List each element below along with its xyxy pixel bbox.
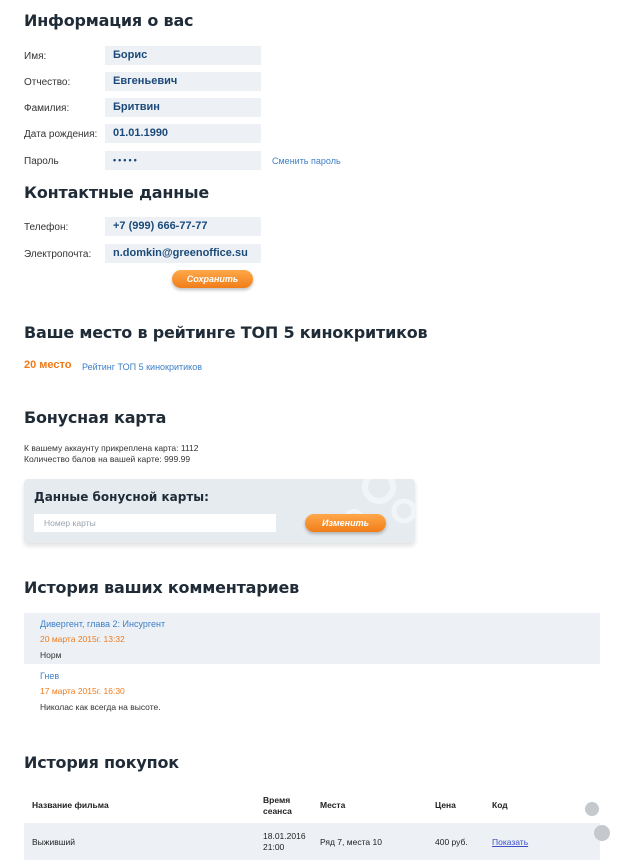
decorative-circles-icon xyxy=(344,479,415,529)
purchases-header-row: Название фильма Время сеанса Места Цена … xyxy=(24,792,600,822)
table-row: Выживший 18.01.2016 21:00 Ряд 7, места 1… xyxy=(24,823,600,860)
bonus-title: Бонусная карта xyxy=(24,408,167,427)
contacts-title: Контактные данные xyxy=(24,183,210,202)
change-card-button[interactable]: Изменить xyxy=(305,514,386,532)
patronymic-field[interactable]: Евгеньевич xyxy=(105,72,261,91)
change-password-link[interactable]: Сменить пароль xyxy=(272,156,341,166)
row-seats: Ряд 7, места 10 xyxy=(320,837,382,847)
phone-label: Телефон: xyxy=(24,222,69,233)
row-time: 21:00 xyxy=(263,842,285,852)
comment-film-link[interactable]: Гнев xyxy=(40,671,59,681)
rating-title: Ваше место в рейтинге ТОП 5 кинокритиков xyxy=(24,323,428,342)
comment-date: 20 марта 2015г. 13:32 xyxy=(40,634,125,644)
col-time-header: Время сеанса xyxy=(263,795,292,817)
bonus-card-box: Данные бонусной карты: Номер карты Измен… xyxy=(24,479,415,543)
purchases-title: История покупок xyxy=(24,753,179,772)
bonus-card-info: К вашему аккаунту прикреплена карта: 111… xyxy=(24,443,199,453)
comment-text: Норм xyxy=(40,650,62,660)
email-label: Электропочта: xyxy=(24,249,92,260)
col-price-header: Цена xyxy=(435,800,456,810)
password-label: Пароль xyxy=(24,156,59,167)
patronymic-label: Отчество: xyxy=(24,77,71,88)
comment-item: Дивергент, глава 2: Инсургент 20 марта 2… xyxy=(24,613,600,664)
comment-text: Николас как всегда на высоте. xyxy=(40,702,161,712)
bonus-box-title: Данные бонусной карты: xyxy=(34,490,209,504)
card-number-placeholder: Номер карты xyxy=(44,518,96,528)
birthdate-field[interactable]: 01.01.1990 xyxy=(105,124,261,143)
scroll-down-icon[interactable] xyxy=(594,825,610,841)
col-time-header-line1: Время xyxy=(263,795,291,805)
card-number-input[interactable]: Номер карты xyxy=(34,514,276,532)
comment-date: 17 марта 2015г. 16:30 xyxy=(40,686,125,696)
col-code-header: Код xyxy=(492,800,508,810)
personal-title: Информация о вас xyxy=(24,11,194,30)
last-name-field[interactable]: Бритвин xyxy=(105,98,261,117)
phone-field[interactable]: +7 (999) 666-77-77 xyxy=(105,217,261,236)
col-film-header: Название фильма xyxy=(32,800,109,810)
email-field[interactable]: n.domkin@greenoffice.su xyxy=(105,244,261,263)
col-seats-header: Места xyxy=(320,800,346,810)
rating-place: 20 место xyxy=(24,359,72,371)
col-time-header-line2: сеанса xyxy=(263,806,292,816)
birthdate-label: Дата рождения: xyxy=(24,129,98,140)
password-field[interactable]: ••••• xyxy=(105,151,261,170)
row-session-time: 18.01.2016 21:00 xyxy=(263,831,306,853)
save-button[interactable]: Сохранить xyxy=(172,270,253,288)
comment-item: Гнев 17 марта 2015г. 16:30 Николас как в… xyxy=(24,665,600,716)
first-name-field[interactable]: Борис xyxy=(105,46,261,65)
rating-link[interactable]: Рейтинг ТОП 5 кинокритиков xyxy=(82,362,202,372)
last-name-label: Фамилия: xyxy=(24,103,70,114)
first-name-label: Имя: xyxy=(24,51,47,62)
scroll-up-icon[interactable] xyxy=(585,802,599,816)
row-film: Выживший xyxy=(32,837,76,847)
show-code-link[interactable]: Показать xyxy=(492,837,528,847)
row-price: 400 руб. xyxy=(435,837,468,847)
row-date: 18.01.2016 xyxy=(263,831,306,841)
comments-title: История ваших комментариев xyxy=(24,578,300,597)
bonus-points-info: Количество балов на вашей карте: 999.99 xyxy=(24,454,191,464)
comment-film-link[interactable]: Дивергент, глава 2: Инсургент xyxy=(40,619,165,629)
